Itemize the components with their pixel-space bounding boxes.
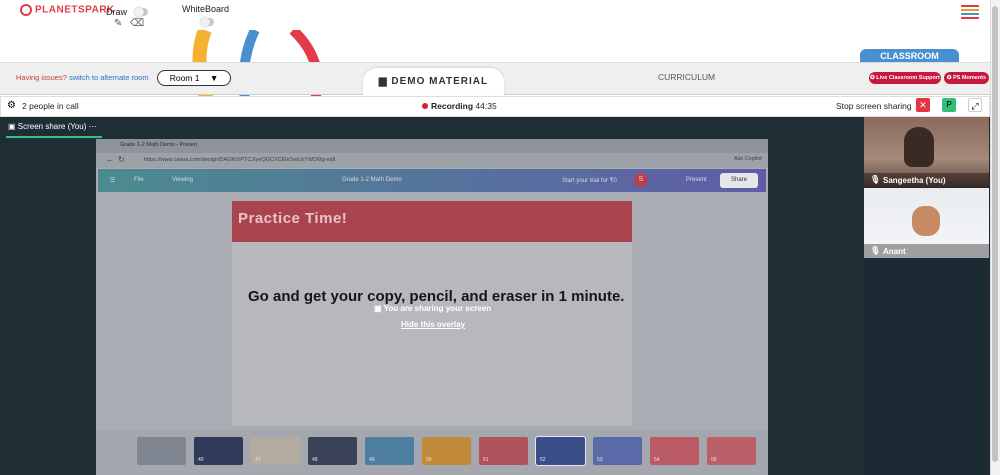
canva-present-button[interactable]: Present [686,177,707,183]
slide-thumbnail[interactable]: 48 [308,437,357,465]
slide-thumbnail[interactable]: 53 [593,437,642,465]
slide-thumbnail-number: 48 [312,457,318,463]
canva-menu-icon[interactable]: ☰ [110,177,115,184]
caret-down-icon: ▼ [209,73,219,83]
whiteboard-label: WhiteBoard [182,4,230,14]
slide-thumbnail-number: 54 [654,457,660,463]
ps-moments-label: PS Moments [953,75,987,81]
recording-label: Recording [431,101,474,111]
tab-curriculum[interactable]: CURRICULUM [658,72,715,82]
slide-thumbnail-number: 53 [597,457,603,463]
room-select[interactable]: Room 1 ▼ [157,70,231,86]
slide-thumbnail-number: 55 [711,457,717,463]
issues-text: Having issues? switch to alternate room [16,73,149,82]
ps-moments-button[interactable]: ✪ PS Moments [944,72,989,84]
top-bar [0,0,1000,32]
alternate-room-link[interactable]: switch to alternate room [69,73,149,82]
tab-demo-material[interactable]: ▆ DEMO MATERIAL [363,68,504,95]
participant-avatar [904,127,934,167]
monitor-icon: ▣ [8,122,18,131]
canva-file-menu[interactable]: File [134,177,144,183]
stop-sharing-label: Stop screen sharing [836,101,912,111]
sharing-overlay-text: You are sharing your screen [383,304,492,313]
slide-thumbnail[interactable]: 54 [650,437,699,465]
reload-icon[interactable]: ↻ [118,155,125,164]
settings-gear-icon[interactable]: ⚙ [7,100,16,111]
close-icon: ✕ [919,100,927,110]
pencil-icon[interactable]: ✎ [114,18,122,29]
people-count: 2 people in call [22,101,79,111]
recording-time: 44:35 [475,101,497,111]
recording-indicator: Recording 44:35 [422,101,497,111]
draw-label: Draw [106,7,128,17]
browser-tab-title[interactable]: Grade 1-2 Math Demo - Presen [120,142,197,148]
slide-thumbnail[interactable]: 55 [707,437,756,465]
participant-name: Anant [883,247,906,256]
browser-tab-bar: Grade 1-2 Math Demo - Presen [96,139,768,153]
slide-title: Practice Time! [238,210,348,227]
hide-overlay-link[interactable]: Hide this overlay [401,320,465,329]
screen-share-icon: ▣ [374,304,384,313]
issues-label: Having issues? [16,73,67,82]
slide-thumbnail[interactable]: 50 [422,437,471,465]
mic-icon: 🎙 [870,246,881,255]
participant-avatar [912,206,940,236]
canva-share-button[interactable]: Share [720,173,758,188]
logo-mark-icon [20,4,32,16]
slide-thumbnail[interactable] [137,437,186,465]
participant-video[interactable]: 🎙 Sangeetha (You) [864,117,989,187]
more-options-icon[interactable]: ⋯ [89,122,97,131]
active-tab-underline [6,136,102,138]
eraser-icon[interactable]: ⌫ [130,18,144,29]
slide-thumbnail-number: 52 [540,457,546,463]
canva-doc-title: Grade 1-2 Math Demo [342,177,402,183]
brand-name: PLANETSPARK [35,4,115,16]
fullscreen-icon[interactable]: ⤢ [968,98,982,112]
live-support-label: Live Classroom Support [876,75,940,81]
slide-thumbnail-number: 47 [255,457,261,463]
page-scrollbar-thumb[interactable] [992,6,998,462]
slide-thumbnail-number: 51 [483,457,489,463]
browser-url[interactable]: https://www.canva.com/design/DAGKtXPTCJ/… [144,157,335,163]
slide-thumbnail[interactable]: 40 [194,437,243,465]
p-button[interactable]: P [942,98,956,112]
canva-viewing-menu[interactable]: Viewing [172,177,193,183]
canva-trial-link[interactable]: Start your trial for ₹0 [562,177,617,184]
back-arrow-icon[interactable]: ← [106,155,114,164]
canva-avatar[interactable]: S [634,173,648,187]
planetspark-logo: PLANETSPARK [20,4,115,16]
ask-copilot-button[interactable]: Ask Copilot [734,156,762,162]
participant-video[interactable]: 🎙 Anant [864,188,989,258]
recording-dot-icon [422,103,428,109]
slide-thumbnail-number: 40 [198,457,204,463]
screen-share-tab-label: Screen share (You) [17,122,87,131]
folder-icon: ▆ [378,76,392,87]
classroom-label: CLASSROOM [860,49,959,63]
screen-share-tab[interactable]: ▣ Screen share (You) ⋯ [8,122,97,131]
slide-thumbnail[interactable]: 47 [251,437,300,465]
tab-demo-material-label: DEMO MATERIAL [391,76,489,87]
sharing-overlay-message: ▣ You are sharing your screen [374,304,491,313]
slide-thumbnail[interactable]: 49 [365,437,414,465]
hamburger-menu-icon[interactable] [961,5,979,21]
whiteboard-toggle[interactable] [200,17,214,27]
slide-thumbnail-number: 50 [426,457,432,463]
slide-thumbnail[interactable]: 51 [479,437,528,465]
mic-icon: 🎙 [870,175,881,184]
slide-thumbnail-number: 49 [369,457,375,463]
live-support-button[interactable]: ✪ Live Classroom Support [869,72,941,84]
draw-toggle[interactable] [134,7,148,17]
slide-thumbnail[interactable]: 52 [535,436,586,466]
stop-sharing-button[interactable]: ✕ [916,98,930,112]
participant-name: Sangeetha (You) [883,176,946,185]
room-select-value: Room 1 [169,73,200,83]
canva-toolbar: ☰ File Viewing Grade 1-2 Math Demo Start… [98,169,766,192]
